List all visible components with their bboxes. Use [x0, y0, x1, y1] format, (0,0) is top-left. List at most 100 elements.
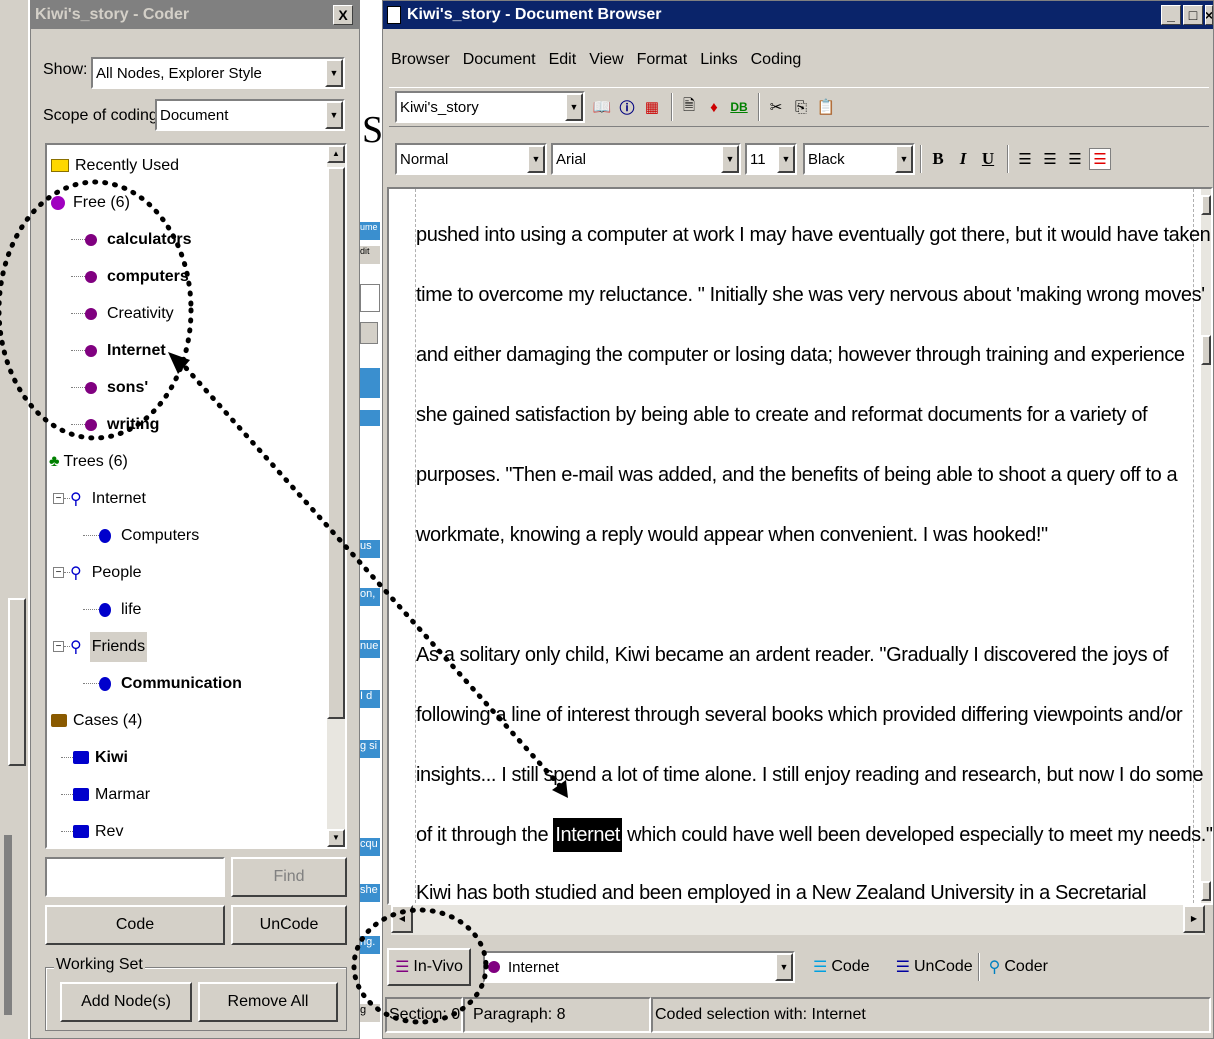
- background-bar: [4, 835, 12, 1015]
- chevron-down-icon[interactable]: ▼: [777, 145, 795, 173]
- size-select[interactable]: 11 ▼: [745, 143, 797, 175]
- selected-text[interactable]: Internet: [553, 818, 622, 852]
- bold-button[interactable]: B: [927, 148, 949, 170]
- paste-icon[interactable]: 📋: [815, 96, 837, 118]
- copy-icon[interactable]: ⎘: [790, 96, 812, 118]
- scroll-thumb[interactable]: [1201, 335, 1211, 365]
- chevron-down-icon[interactable]: ▼: [775, 953, 793, 981]
- menu-links[interactable]: Links: [700, 51, 737, 69]
- tree-item-node[interactable]: life: [83, 591, 141, 628]
- tree-item-node[interactable]: Computers: [83, 517, 199, 554]
- color-select[interactable]: Black ▼: [803, 143, 915, 175]
- close-button[interactable]: X: [333, 5, 353, 25]
- tree-item-case[interactable]: Rev: [61, 813, 123, 847]
- chevron-down-icon[interactable]: ▼: [895, 145, 913, 173]
- chevron-down-icon[interactable]: ▼: [325, 59, 343, 87]
- find-button[interactable]: Find: [231, 857, 347, 897]
- tree-item-label: Communication: [121, 674, 242, 692]
- uncode-selection-button[interactable]: ☰ UnCode: [896, 957, 973, 977]
- databite-icon[interactable]: DB: [728, 96, 750, 118]
- menu-browser[interactable]: Browser: [391, 51, 450, 69]
- scroll-right-icon[interactable]: ▶: [1183, 905, 1205, 933]
- find-button-label: Find: [273, 868, 305, 885]
- align-right-icon[interactable]: ☰: [1064, 148, 1086, 170]
- scroll-down-icon[interactable]: ▼: [327, 829, 345, 847]
- background-fragment: on,: [360, 588, 380, 606]
- tree-item-case[interactable]: Kiwi: [61, 739, 128, 776]
- tree-item-node[interactable]: − ⚲ Internet: [53, 480, 146, 517]
- tree-item-node[interactable]: writing: [71, 406, 159, 443]
- remove-all-button[interactable]: Remove All: [198, 982, 338, 1022]
- tree-item-node[interactable]: computers: [71, 258, 189, 295]
- scope-select[interactable]: Document ▼: [155, 99, 345, 131]
- info-icon[interactable]: ⓘ: [616, 96, 638, 118]
- tree-item-recently-used[interactable]: Recently Used: [51, 147, 179, 184]
- tree-item-case[interactable]: Marmar: [61, 776, 150, 813]
- tree-item-free[interactable]: Free (6): [51, 184, 130, 221]
- menu-document[interactable]: Document: [463, 51, 536, 69]
- background-fragment-box: [360, 322, 378, 344]
- underline-button[interactable]: U: [977, 148, 999, 170]
- style-select[interactable]: Normal ▼: [395, 143, 547, 175]
- menu-edit[interactable]: Edit: [549, 51, 577, 69]
- scroll-up-icon[interactable]: [1201, 195, 1211, 215]
- node-select[interactable]: Internet ▼: [483, 951, 795, 983]
- menu-view[interactable]: View: [589, 51, 623, 69]
- book-icon[interactable]: 📖: [591, 96, 613, 118]
- align-center-icon[interactable]: ☰: [1039, 148, 1061, 170]
- close-icon[interactable]: ×: [1205, 5, 1213, 25]
- minimize-icon[interactable]: _: [1161, 5, 1181, 25]
- tree-item-trees[interactable]: ♣ Trees (6): [49, 443, 128, 480]
- coder-title-bar[interactable]: Kiwi's_story - Coder X: [31, 1, 359, 29]
- scroll-down-icon[interactable]: [1201, 881, 1211, 901]
- show-select[interactable]: All Nodes, Explorer Style ▼: [91, 57, 345, 89]
- find-input[interactable]: [45, 857, 225, 897]
- collapse-icon[interactable]: −: [53, 641, 64, 652]
- chevron-down-icon[interactable]: ▼: [721, 145, 739, 173]
- pin-icon[interactable]: ♦: [703, 96, 725, 118]
- chevron-down-icon[interactable]: ▼: [527, 145, 545, 173]
- chevron-down-icon[interactable]: ▼: [325, 101, 343, 129]
- tree-item-node[interactable]: calculators: [71, 221, 191, 258]
- tree-item-node[interactable]: sons': [71, 369, 148, 406]
- scroll-up-icon[interactable]: ▲: [327, 145, 345, 163]
- tree-item-node[interactable]: Creativity: [71, 295, 174, 332]
- add-nodes-button[interactable]: Add Node(s): [60, 982, 192, 1022]
- document-properties-icon[interactable]: 🗎: [678, 96, 700, 118]
- coder-button[interactable]: ⚲ Coder: [989, 957, 1048, 977]
- scroll-left-icon[interactable]: ◀: [391, 905, 413, 933]
- scroll-thumb[interactable]: [327, 167, 345, 719]
- align-left-icon[interactable]: ☰: [1014, 148, 1036, 170]
- font-select[interactable]: Arial ▼: [551, 143, 741, 175]
- maximize-icon[interactable]: □: [1183, 5, 1203, 25]
- menu-bar: Browser Document Edit View Format Links …: [391, 51, 814, 69]
- background-fragment-box: [360, 410, 380, 426]
- chevron-down-icon[interactable]: ▼: [565, 93, 583, 121]
- cut-icon[interactable]: ✂: [765, 96, 787, 118]
- italic-button[interactable]: I: [952, 148, 974, 170]
- document-select[interactable]: Kiwi's_story ▼: [395, 91, 585, 123]
- code-button[interactable]: Code: [45, 905, 225, 945]
- tree-scrollbar[interactable]: ▲ ▼: [327, 145, 345, 847]
- grid-icon[interactable]: ▦: [641, 96, 663, 118]
- horizontal-scrollbar[interactable]: ◀ ▶: [391, 905, 1205, 935]
- document-text-line: and either damaging the computer or losi…: [416, 344, 1185, 366]
- tree-item-label: Free (6): [73, 193, 130, 211]
- tree-item-node[interactable]: Communication: [83, 665, 242, 702]
- highlight-color-icon[interactable]: ☰: [1089, 148, 1111, 170]
- in-vivo-button[interactable]: ☰ In-Vivo: [387, 948, 471, 986]
- tree-item-node[interactable]: Internet: [71, 332, 166, 369]
- menu-coding[interactable]: Coding: [751, 51, 802, 69]
- code-selection-button[interactable]: ☰ Code: [813, 957, 870, 977]
- menu-format[interactable]: Format: [637, 51, 688, 69]
- collapse-icon[interactable]: −: [53, 567, 64, 578]
- browser-title-bar[interactable]: Kiwi's_story - Document Browser _ □ ×: [383, 1, 1213, 29]
- status-message: Coded selection with: Internet: [651, 997, 1211, 1033]
- collapse-icon[interactable]: −: [53, 493, 64, 504]
- tree-item-node[interactable]: − ⚲ Friends: [53, 628, 148, 665]
- tree-item-node[interactable]: − ⚲ People: [53, 554, 142, 591]
- tree-item-cases[interactable]: Cases (4): [51, 702, 142, 739]
- uncode-button[interactable]: UnCode: [231, 905, 347, 945]
- background-fragment: ume: [360, 222, 380, 240]
- coder-title: Kiwi's_story - Coder: [35, 6, 190, 23]
